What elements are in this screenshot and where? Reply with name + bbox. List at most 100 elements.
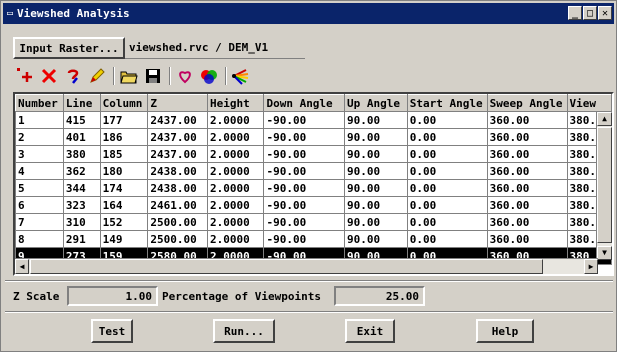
- table-cell[interactable]: 90.00: [344, 111, 408, 129]
- table-cell[interactable]: 90.00: [344, 196, 408, 214]
- table-cell[interactable]: 177: [99, 111, 149, 129]
- heart-icon[interactable]: [175, 66, 195, 86]
- table-cell[interactable]: 360.00: [486, 196, 568, 214]
- save-icon[interactable]: [143, 66, 163, 86]
- table-row[interactable]: 5 344 174 2438.00 2.0000 -90.00 90.00 0.00 360.0…: [15, 179, 612, 197]
- table-row[interactable]: 1 415 177 2437.00 2.0000 -90.00 90.00 0.00 360.0…: [15, 111, 612, 129]
- column-header[interactable]: Start Angle: [406, 94, 488, 112]
- table-cell[interactable]: 415: [62, 111, 101, 129]
- add-point-icon[interactable]: [15, 66, 35, 86]
- column-header[interactable]: Height: [207, 94, 265, 112]
- table-cell[interactable]: -90.00: [263, 213, 345, 231]
- table-cell[interactable]: 2.0000: [207, 213, 265, 231]
- table-cell[interactable]: 7: [15, 213, 64, 231]
- table-cell[interactable]: 6: [15, 196, 64, 214]
- table-cell[interactable]: 90.00: [344, 162, 408, 180]
- table-cell[interactable]: 2500.00: [147, 230, 209, 248]
- vertical-scrollbar[interactable]: ▲ ▼: [596, 112, 612, 260]
- close-button[interactable]: ✕: [598, 6, 612, 20]
- table-cell[interactable]: 186: [99, 128, 149, 146]
- maximize-button[interactable]: □: [583, 6, 597, 20]
- table-cell[interactable]: 2438.00: [147, 162, 209, 180]
- table-cell[interactable]: 174: [99, 179, 149, 197]
- rgb-icon[interactable]: [199, 66, 219, 86]
- table-cell[interactable]: -90.00: [263, 196, 345, 214]
- table-cell[interactable]: -90.00: [263, 230, 345, 248]
- table-cell[interactable]: 2437.00: [147, 145, 209, 163]
- table-cell[interactable]: 401: [62, 128, 101, 146]
- pencil-icon[interactable]: [87, 66, 107, 86]
- column-header[interactable]: Number: [15, 94, 64, 112]
- table-cell[interactable]: 360.00: [486, 145, 568, 163]
- table-cell[interactable]: 2: [15, 128, 64, 146]
- table-cell[interactable]: 0.00: [406, 162, 488, 180]
- table-cell[interactable]: -90.00: [263, 179, 345, 197]
- table-cell[interactable]: 149: [99, 230, 149, 248]
- open-folder-icon[interactable]: [119, 66, 139, 86]
- delete-icon[interactable]: [39, 66, 59, 86]
- table-cell[interactable]: 2437.00: [147, 111, 209, 129]
- table-cell[interactable]: 323: [62, 196, 101, 214]
- table-cell[interactable]: 0.00: [406, 213, 488, 231]
- table-row[interactable]: 2 401 186 2437.00 2.0000 -90.00 90.00 0.00 360.0…: [15, 128, 612, 146]
- scroll-down-icon[interactable]: ▼: [597, 246, 612, 260]
- column-header[interactable]: View: [566, 94, 612, 112]
- z-scale-field[interactable]: 1.00: [67, 286, 158, 306]
- title-bar[interactable]: ▭ Viewshed Analysis _ □ ✕: [3, 3, 614, 24]
- help-button[interactable]: Help: [476, 319, 534, 343]
- table-cell[interactable]: 2.0000: [207, 196, 265, 214]
- table-row[interactable]: 6 323 164 2461.00 2.0000 -90.00 90.00 0.00 360.0…: [15, 196, 612, 214]
- table-cell[interactable]: 2.0000: [207, 111, 265, 129]
- column-header[interactable]: Sweep Angle: [486, 94, 568, 112]
- table-cell[interactable]: 3: [15, 145, 64, 163]
- table-cell[interactable]: 2.0000: [207, 128, 265, 146]
- input-raster-button[interactable]: Input Raster...: [13, 37, 125, 59]
- viewpoint-table[interactable]: Number Line Column Z Height Down Angle Up Angl…: [13, 92, 614, 276]
- exit-button[interactable]: Exit: [345, 319, 395, 343]
- table-cell[interactable]: -90.00: [263, 111, 345, 129]
- table-row[interactable]: 7 310 152 2500.00 2.0000 -90.00 90.00 0.00 360.0…: [15, 213, 612, 231]
- table-cell[interactable]: 5: [15, 179, 64, 197]
- table-cell[interactable]: 152: [99, 213, 149, 231]
- table-cell[interactable]: 360.00: [486, 179, 568, 197]
- table-cell[interactable]: 0.00: [406, 230, 488, 248]
- table-cell[interactable]: 380: [62, 145, 101, 163]
- table-cell[interactable]: 90.00: [344, 230, 408, 248]
- table-cell[interactable]: -90.00: [263, 145, 345, 163]
- table-cell[interactable]: 185: [99, 145, 149, 163]
- query-icon[interactable]: [63, 66, 83, 86]
- window-menu-icon[interactable]: ▭: [7, 8, 13, 19]
- table-cell[interactable]: 360.00: [486, 128, 568, 146]
- table-cell[interactable]: 8: [15, 230, 64, 248]
- table-cell[interactable]: 4: [15, 162, 64, 180]
- table-cell[interactable]: 2437.00: [147, 128, 209, 146]
- table-cell[interactable]: 360.00: [486, 162, 568, 180]
- table-cell[interactable]: 2500.00: [147, 213, 209, 231]
- scroll-left-icon[interactable]: ◀: [15, 259, 29, 274]
- table-cell[interactable]: 164: [99, 196, 149, 214]
- horizontal-scroll-thumb[interactable]: [30, 259, 543, 274]
- test-button[interactable]: Test: [91, 319, 133, 343]
- vertical-scroll-thumb[interactable]: [597, 127, 612, 243]
- table-cell[interactable]: 291: [62, 230, 101, 248]
- table-cell[interactable]: 0.00: [406, 128, 488, 146]
- column-header[interactable]: Down Angle: [263, 94, 345, 112]
- column-header[interactable]: Z: [147, 94, 209, 112]
- column-header[interactable]: Line: [62, 94, 101, 112]
- table-cell[interactable]: 0.00: [406, 145, 488, 163]
- table-cell[interactable]: 344: [62, 179, 101, 197]
- table-cell[interactable]: 0.00: [406, 111, 488, 129]
- table-cell[interactable]: 90.00: [344, 179, 408, 197]
- table-cell[interactable]: 2.0000: [207, 179, 265, 197]
- table-cell[interactable]: -90.00: [263, 128, 345, 146]
- table-cell[interactable]: 0.00: [406, 179, 488, 197]
- table-row[interactable]: 4 362 180 2438.00 2.0000 -90.00 90.00 0.00 360.0…: [15, 162, 612, 180]
- table-cell[interactable]: 2.0000: [207, 230, 265, 248]
- horizontal-scrollbar[interactable]: ◀ ▶: [15, 258, 598, 274]
- table-cell[interactable]: 2.0000: [207, 145, 265, 163]
- column-header[interactable]: Up Angle: [344, 94, 408, 112]
- table-cell[interactable]: 2438.00: [147, 179, 209, 197]
- table-cell[interactable]: 1: [15, 111, 64, 129]
- percentage-field[interactable]: 25.00: [334, 286, 425, 306]
- fan-icon[interactable]: [231, 66, 251, 86]
